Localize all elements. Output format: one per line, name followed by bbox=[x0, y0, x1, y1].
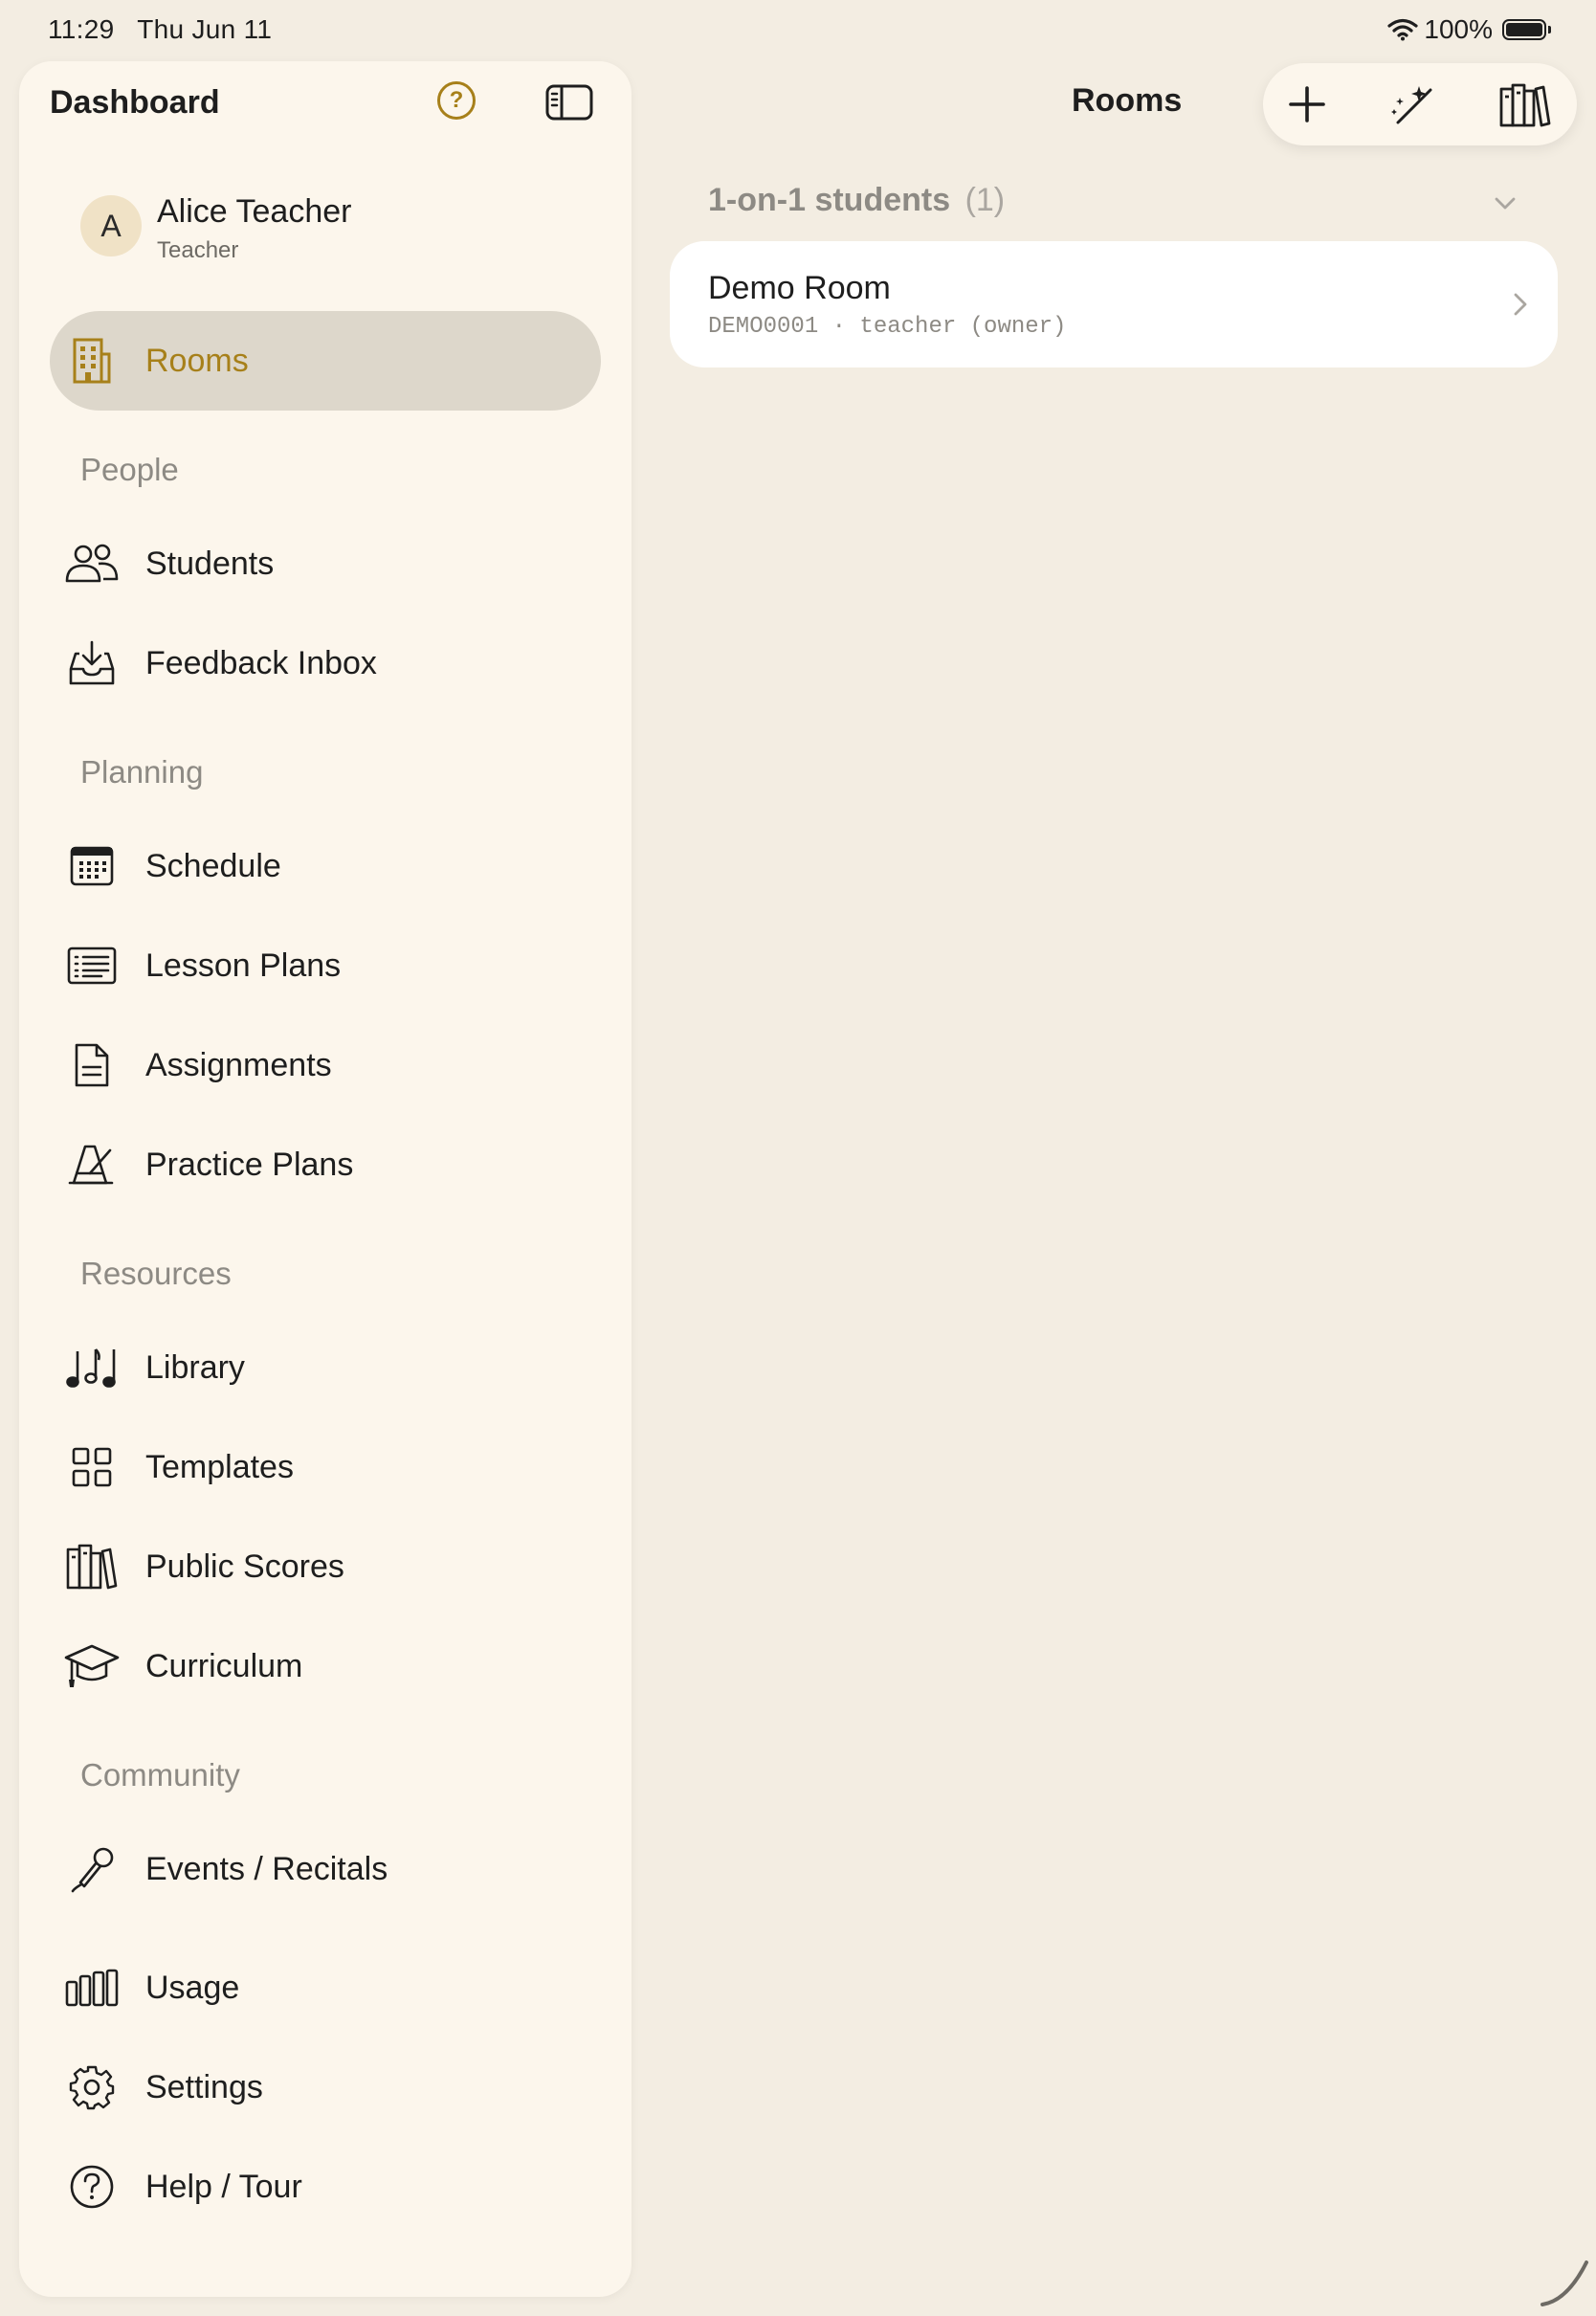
battery-percent: 100% bbox=[1424, 14, 1493, 44]
metronome-icon bbox=[66, 1139, 118, 1191]
profile-name: Alice Teacher bbox=[157, 193, 352, 230]
sidebar-item-feedback-inbox[interactable]: Feedback Inbox bbox=[50, 613, 601, 713]
help-button[interactable]: ? bbox=[437, 81, 476, 120]
wifi-icon bbox=[1387, 18, 1418, 41]
graduation-cap-icon bbox=[64, 1640, 120, 1692]
magic-wand-icon bbox=[1391, 86, 1432, 124]
section-header-community: Community bbox=[80, 1757, 240, 1793]
sidebar-item-templates[interactable]: Templates bbox=[50, 1417, 601, 1517]
sidebar-item-lesson-plans[interactable]: Lesson Plans bbox=[50, 916, 601, 1015]
sidebar-item-label: Assignments bbox=[145, 1046, 332, 1083]
sidebar-item-events-recitals[interactable]: Events / Recitals bbox=[50, 1819, 601, 1919]
date: Thu Jun 11 bbox=[137, 14, 273, 44]
toolbar bbox=[1263, 63, 1577, 145]
page-title: Rooms bbox=[1072, 82, 1183, 119]
room-meta: DEMO0001 · teacher (owner) bbox=[708, 314, 1067, 340]
status-time: 11:29 Thu Jun 11 bbox=[48, 14, 272, 45]
sidebar-item-schedule[interactable]: Schedule bbox=[50, 816, 601, 916]
sidebar-item-label: Settings bbox=[145, 2068, 263, 2105]
chevron-right-icon bbox=[1500, 285, 1539, 323]
sidebar-item-label: Curriculum bbox=[145, 1647, 303, 1684]
profile-role: Teacher bbox=[157, 237, 239, 263]
microphone-icon bbox=[66, 1843, 118, 1895]
sidebar-item-help-tour[interactable]: Help / Tour bbox=[50, 2137, 601, 2237]
sidebar-item-label: Help / Tour bbox=[145, 2168, 302, 2205]
sidebar-item-public-scores[interactable]: Public Scores bbox=[50, 1517, 601, 1616]
group-header[interactable]: 1-on-1 students (1) bbox=[708, 182, 1005, 219]
library-button[interactable] bbox=[1499, 79, 1551, 129]
section-header-resources: Resources bbox=[80, 1256, 232, 1291]
sidebar-item-label: Rooms bbox=[145, 342, 249, 379]
sidebar-item-label: Templates bbox=[145, 1448, 294, 1485]
section-header-planning: Planning bbox=[80, 754, 204, 790]
books-icon bbox=[1499, 83, 1551, 127]
sidebar-item-label: Schedule bbox=[145, 847, 281, 884]
building-icon bbox=[66, 335, 118, 387]
sidebar-toggle-icon bbox=[545, 84, 593, 121]
help-circle-icon bbox=[66, 2161, 118, 2213]
grid-icon bbox=[66, 1441, 118, 1493]
gear-icon bbox=[66, 2061, 118, 2113]
sidebar-item-assignments[interactable]: Assignments bbox=[50, 1015, 601, 1115]
sidebar-item-practice-plans[interactable]: Practice Plans bbox=[50, 1115, 601, 1214]
sidebar-item-label: Students bbox=[145, 545, 275, 582]
sidebar-toggle-button[interactable] bbox=[545, 84, 593, 121]
status-bar: 11:29 Thu Jun 11 100% bbox=[0, 0, 1596, 61]
books-icon bbox=[66, 1541, 118, 1592]
sidebar-item-label: Feedback Inbox bbox=[145, 644, 377, 681]
room-card[interactable]: Demo Room DEMO0001 · teacher (owner) bbox=[670, 241, 1558, 367]
sidebar-item-usage[interactable]: Usage bbox=[50, 1938, 601, 2038]
plus-icon bbox=[1289, 86, 1325, 122]
user-profile[interactable]: A Alice Teacher Teacher bbox=[80, 193, 559, 263]
sidebar-item-label: Lesson Plans bbox=[145, 946, 342, 984]
sidebar-item-label: Events / Recitals bbox=[145, 1850, 388, 1887]
people-icon bbox=[65, 538, 119, 590]
sidebar: Dashboard ? A Alice Teacher Teacher Room… bbox=[19, 61, 632, 2297]
document-icon bbox=[66, 1039, 118, 1091]
sidebar-item-students[interactable]: Students bbox=[50, 514, 601, 613]
group-title: 1-on-1 students bbox=[708, 182, 951, 218]
question-icon: ? bbox=[449, 87, 464, 113]
inbox-download-icon bbox=[66, 637, 118, 689]
clock: 11:29 bbox=[48, 14, 115, 44]
bar-chart-icon bbox=[65, 1962, 119, 2014]
list-document-icon bbox=[66, 940, 118, 991]
room-name: Demo Room bbox=[708, 270, 891, 306]
sidebar-item-library[interactable]: Library bbox=[50, 1318, 601, 1417]
section-header-people: People bbox=[80, 452, 179, 487]
magic-button[interactable] bbox=[1387, 79, 1437, 129]
group-count: (1) bbox=[964, 182, 1006, 218]
sidebar-title: Dashboard bbox=[50, 84, 220, 121]
add-room-button[interactable] bbox=[1282, 79, 1332, 129]
sidebar-item-settings[interactable]: Settings bbox=[50, 2038, 601, 2137]
battery-icon bbox=[1502, 19, 1551, 40]
resize-handle-icon[interactable] bbox=[1539, 2257, 1590, 2308]
sidebar-item-rooms[interactable]: Rooms bbox=[50, 311, 601, 411]
sidebar-item-label: Usage bbox=[145, 1969, 240, 2006]
sidebar-item-label: Library bbox=[145, 1348, 245, 1386]
avatar: A bbox=[80, 195, 142, 256]
sidebar-item-label: Public Scores bbox=[145, 1548, 344, 1585]
sidebar-item-curriculum[interactable]: Curriculum bbox=[50, 1616, 601, 1716]
group-collapse-button[interactable] bbox=[1489, 188, 1521, 220]
calendar-icon bbox=[66, 840, 118, 892]
status-indicators: 100% bbox=[1387, 14, 1551, 45]
music-notes-icon bbox=[66, 1342, 118, 1393]
sidebar-item-label: Practice Plans bbox=[145, 1146, 354, 1183]
chevron-down-icon bbox=[1495, 197, 1516, 210]
